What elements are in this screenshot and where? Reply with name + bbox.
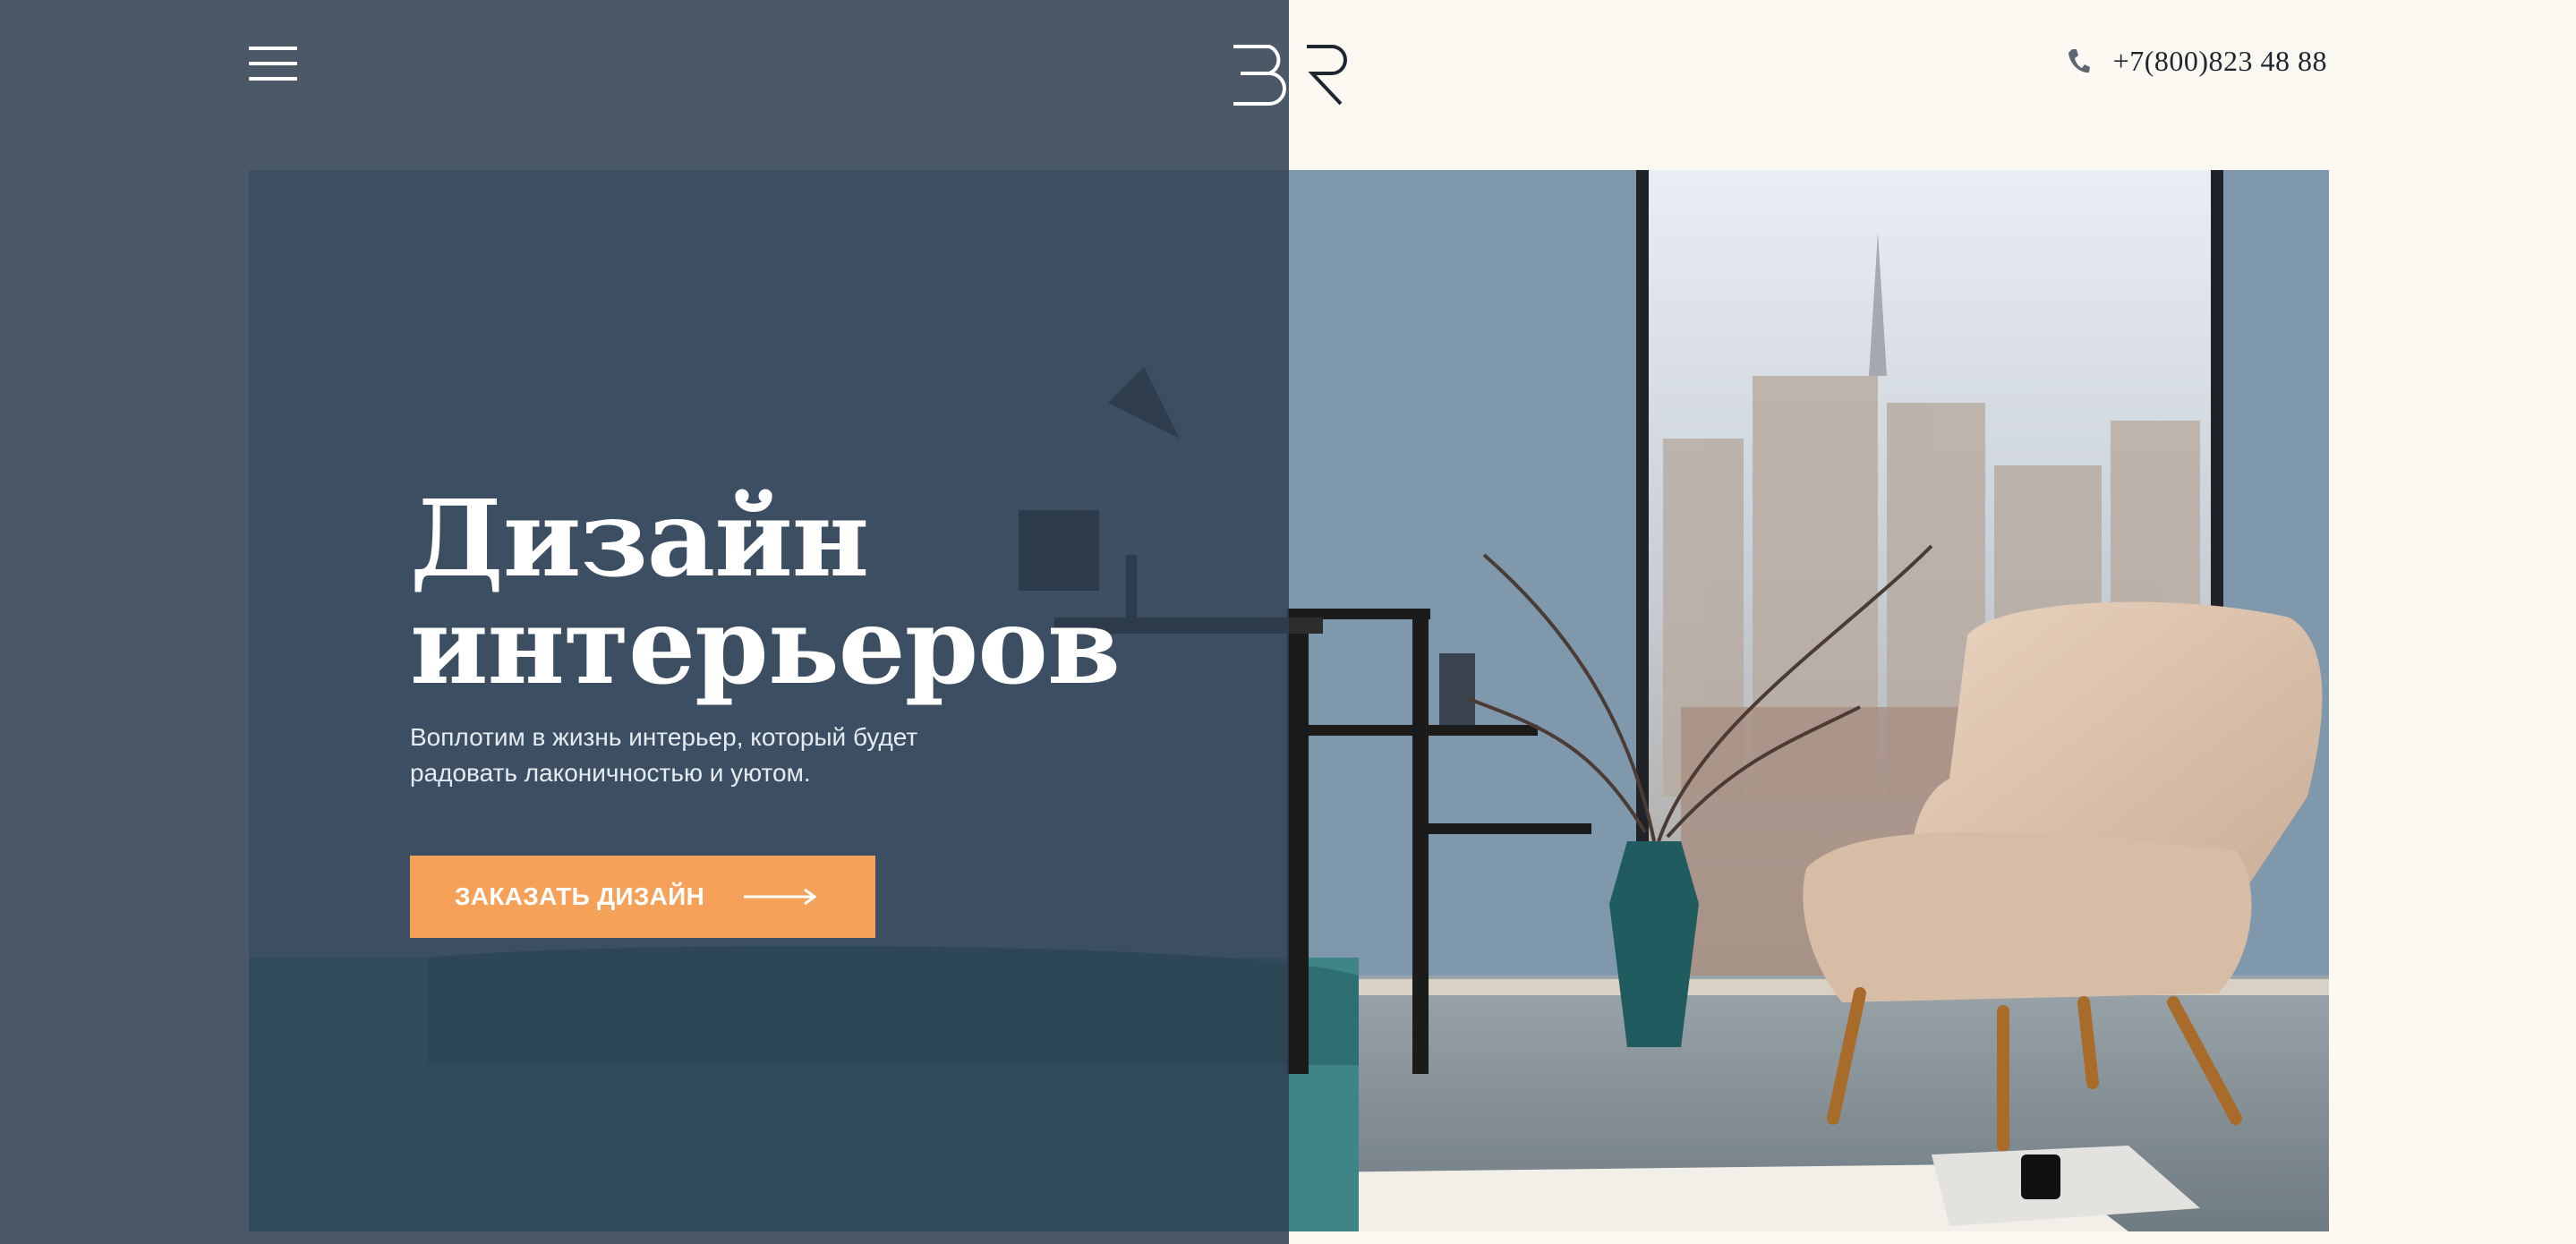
phone-link[interactable]: +7(800)823 48 88: [2067, 43, 2327, 79]
arrow-right-icon: [744, 888, 817, 906]
phone-number: +7(800)823 48 88: [2112, 44, 2327, 77]
hamburger-menu-icon: [249, 47, 297, 50]
hero-title-line-1: Дизайн: [410, 476, 869, 601]
hero-subtitle: Воплотим в жизнь интерьер, который будет…: [410, 723, 918, 787]
hamburger-menu-icon-bar: [249, 62, 297, 65]
menu-button[interactable]: [249, 45, 297, 82]
hero-banner: Дизайн интерьеров Воплотим в жизнь интер…: [249, 170, 2329, 1231]
phone-icon: [2068, 49, 2090, 73]
hero-title: Дизайн интерьеров: [410, 476, 1121, 708]
logo[interactable]: [1226, 41, 1352, 106]
order-design-button[interactable]: ЗАКАЗАТЬ ДИЗАЙН: [410, 856, 875, 938]
order-design-button-label: ЗАКАЗАТЬ ДИЗАЙН: [455, 882, 705, 910]
hero-title-line-2: интерьеров: [410, 584, 1121, 708]
logo-mark-icon: [1233, 45, 1347, 106]
hamburger-menu-icon-bar: [249, 77, 297, 81]
